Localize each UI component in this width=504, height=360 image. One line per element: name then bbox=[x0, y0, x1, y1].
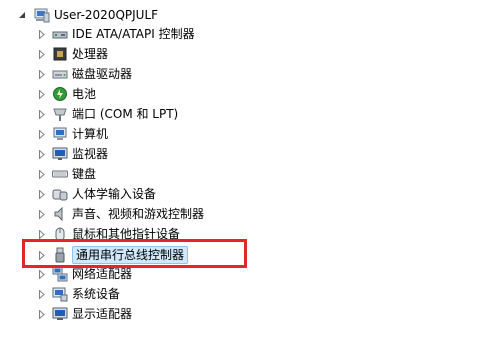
tree-item-label: 系统设备 bbox=[72, 287, 121, 301]
tree-item-label: 监视器 bbox=[72, 147, 109, 161]
expand-arrow-icon[interactable] bbox=[38, 129, 46, 139]
tree-item-computer[interactable]: 计算机 bbox=[0, 124, 108, 144]
network-adapter-icon bbox=[52, 266, 68, 282]
display-adapter-icon bbox=[52, 306, 68, 322]
tree-item-keyboard[interactable]: 键盘 bbox=[0, 164, 96, 184]
expand-arrow-icon[interactable] bbox=[38, 149, 46, 159]
expand-arrow-icon[interactable] bbox=[38, 289, 46, 299]
tree-item-label: 声音、视频和游戏控制器 bbox=[72, 207, 205, 221]
expand-arrow-icon[interactable] bbox=[38, 189, 46, 199]
sound-icon bbox=[52, 206, 68, 222]
device-tree: User-2020QPJULF IDE ATA/ATAPI 控制器 处理器 磁盘… bbox=[0, 0, 504, 360]
expand-arrow-icon[interactable] bbox=[38, 109, 46, 119]
tree-item-label: 处理器 bbox=[72, 47, 109, 61]
keyboard-icon bbox=[52, 166, 68, 182]
tree-item-label: 显示适配器 bbox=[72, 307, 133, 321]
highlight-annotation-box bbox=[22, 239, 247, 268]
tree-item-battery[interactable]: 电池 bbox=[0, 84, 96, 104]
expand-arrow-icon[interactable] bbox=[38, 169, 46, 179]
port-icon bbox=[52, 106, 68, 122]
system-device-icon bbox=[52, 286, 68, 302]
tree-item-port[interactable]: 端口 (COM 和 LPT) bbox=[0, 104, 178, 124]
tree-item-ide-controller[interactable]: IDE ATA/ATAPI 控制器 bbox=[0, 24, 195, 44]
expand-arrow-icon[interactable] bbox=[38, 269, 46, 279]
root-label: User-2020QPJULF bbox=[54, 8, 159, 22]
expand-arrow-icon[interactable] bbox=[38, 89, 46, 99]
computer-icon bbox=[52, 126, 68, 142]
computer-icon bbox=[34, 7, 50, 23]
expand-arrow-icon[interactable] bbox=[38, 209, 46, 219]
tree-item-system-device[interactable]: 系统设备 bbox=[0, 284, 120, 304]
tree-item-hid[interactable]: 人体学输入设备 bbox=[0, 184, 156, 204]
collapse-arrow-icon[interactable] bbox=[18, 10, 26, 20]
tree-root-node[interactable]: User-2020QPJULF bbox=[0, 5, 158, 25]
tree-item-label: 电池 bbox=[72, 87, 97, 101]
expand-arrow-icon[interactable] bbox=[38, 49, 46, 59]
expand-arrow-icon[interactable] bbox=[38, 309, 46, 319]
tree-item-label: 计算机 bbox=[72, 127, 109, 141]
tree-item-label: 端口 (COM 和 LPT) bbox=[72, 107, 179, 121]
tree-item-label: 网络适配器 bbox=[72, 267, 133, 281]
tree-item-processor[interactable]: 处理器 bbox=[0, 44, 108, 64]
monitor-icon bbox=[52, 146, 68, 162]
disk-drive-icon bbox=[52, 66, 68, 82]
battery-icon bbox=[52, 86, 68, 102]
tree-item-label: 人体学输入设备 bbox=[72, 187, 157, 201]
processor-icon bbox=[52, 46, 68, 62]
expand-arrow-icon[interactable] bbox=[38, 69, 46, 79]
tree-item-label: IDE ATA/ATAPI 控制器 bbox=[72, 27, 195, 41]
expand-arrow-icon[interactable] bbox=[38, 229, 46, 239]
expand-arrow-icon[interactable] bbox=[38, 29, 46, 39]
tree-item-display-adapter[interactable]: 显示适配器 bbox=[0, 304, 132, 324]
hid-icon bbox=[52, 186, 68, 202]
tree-item-disk-drive[interactable]: 磁盘驱动器 bbox=[0, 64, 132, 84]
tree-item-label: 磁盘驱动器 bbox=[72, 67, 133, 81]
ide-controller-icon bbox=[52, 26, 68, 42]
tree-item-monitor[interactable]: 监视器 bbox=[0, 144, 108, 164]
tree-item-label: 键盘 bbox=[72, 167, 97, 181]
tree-item-sound-video-game[interactable]: 声音、视频和游戏控制器 bbox=[0, 204, 204, 224]
